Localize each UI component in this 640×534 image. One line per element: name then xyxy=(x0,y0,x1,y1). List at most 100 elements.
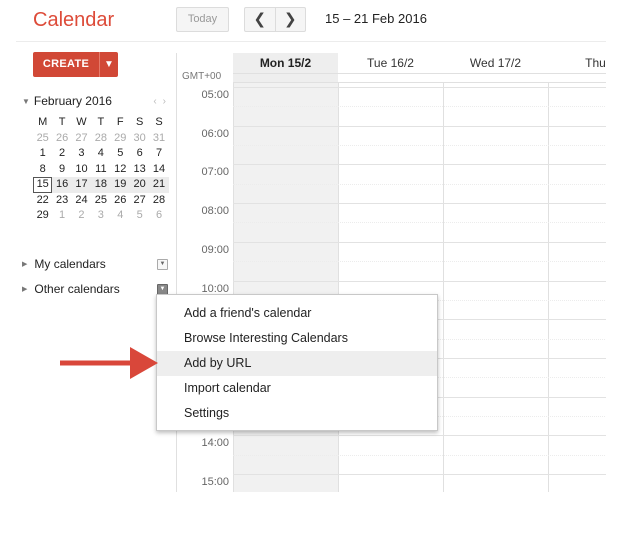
mini-day[interactable]: 11 xyxy=(91,162,110,178)
hour-gridline xyxy=(233,87,606,88)
mini-day[interactable]: 26 xyxy=(52,131,71,147)
mini-day[interactable]: 17 xyxy=(72,177,91,193)
mini-day[interactable]: 20 xyxy=(130,177,149,193)
mini-calendar-header: ▼ February 2016 ‹› xyxy=(22,94,172,108)
today-button[interactable]: Today xyxy=(176,7,229,32)
other-calendars-dropdown-icon[interactable]: ▼ xyxy=(157,283,168,295)
mini-day[interactable]: 28 xyxy=(149,193,168,209)
mini-day[interactable]: 23 xyxy=(52,193,71,209)
header-divider xyxy=(16,41,606,42)
mini-day[interactable]: 21 xyxy=(149,177,168,193)
mini-day[interactable]: 8 xyxy=(33,162,52,178)
menu-item-import[interactable]: Import calendar xyxy=(157,376,437,401)
mini-day[interactable]: 1 xyxy=(52,208,71,224)
mini-weekday-label: M xyxy=(38,116,48,128)
mini-day[interactable]: 22 xyxy=(33,193,52,209)
mini-day[interactable]: 3 xyxy=(72,146,91,162)
other-calendars-label[interactable]: Other calendars xyxy=(34,282,119,296)
mini-day[interactable]: 9 xyxy=(52,162,71,178)
mini-prev-month-icon[interactable]: ‹ xyxy=(153,96,162,107)
menu-item-add-friend[interactable]: Add a friend's calendar xyxy=(157,301,437,326)
hour-gridline xyxy=(233,164,606,166)
expand-triangle-icon[interactable]: ▶ xyxy=(22,285,27,293)
create-button[interactable]: CREATE ▼ xyxy=(33,52,118,77)
my-calendars-section[interactable]: ▶ My calendars ▼ xyxy=(22,257,168,271)
mini-day[interactable]: 14 xyxy=(149,162,168,178)
menu-item-settings[interactable]: Settings xyxy=(157,401,437,426)
app-title: Calendar xyxy=(33,9,115,31)
mini-day[interactable]: 13 xyxy=(130,162,149,178)
mini-day[interactable]: 3 xyxy=(91,208,110,224)
collapse-caret-icon[interactable]: ▼ xyxy=(22,97,30,106)
mini-day[interactable]: 4 xyxy=(111,208,130,224)
mini-day[interactable]: 26 xyxy=(111,193,130,209)
mini-day[interactable]: 1 xyxy=(33,146,52,162)
hour-label: 07:00 xyxy=(201,166,229,179)
mini-next-month-icon[interactable]: › xyxy=(163,96,172,107)
date-range-label: 15 – 21 Feb 2016 xyxy=(325,11,427,26)
hour-gridline xyxy=(233,241,606,243)
expand-triangle-icon[interactable]: ▶ xyxy=(22,260,27,268)
half-hour-gridline xyxy=(233,145,606,147)
mini-day[interactable]: 19 xyxy=(111,177,130,193)
mini-calendar-month[interactable]: February 2016 xyxy=(34,94,112,108)
mini-week-row: 15 16 17 18 19 20 21 xyxy=(33,177,169,193)
mini-day[interactable]: 2 xyxy=(52,146,71,162)
create-dropdown-icon[interactable]: ▼ xyxy=(99,52,118,77)
other-calendars-section[interactable]: ▶ Other calendars ▼ xyxy=(22,282,168,296)
mini-day[interactable]: 29 xyxy=(111,131,130,147)
hour-label: 14:00 xyxy=(201,437,229,450)
mini-week-row: 29 1 2 3 4 5 6 xyxy=(33,208,169,224)
mini-weekday-label: T xyxy=(97,116,105,128)
grid-header: GMT+00 Mon 15/2Tue 16/2Wed 17/2Thu 1 xyxy=(177,53,606,83)
mini-calendar-grid: M T W T F S S 25 26 27 28 29 30 31 1 2 3 4 5 6 7 8 9 10 11 12 13 14… xyxy=(33,115,169,224)
mini-weekday-label: T xyxy=(58,116,66,128)
mini-day[interactable]: 6 xyxy=(130,146,149,162)
mini-week-row: 1234567 xyxy=(33,146,169,162)
mini-day[interactable]: 30 xyxy=(130,131,149,147)
hour-gridline xyxy=(233,280,606,282)
mini-day[interactable]: 2 xyxy=(72,208,91,224)
mini-day[interactable]: 7 xyxy=(149,146,168,162)
next-week-button[interactable]: ❯ xyxy=(274,8,306,31)
mini-weekday-label: F xyxy=(116,116,124,128)
hour-label: 05:00 xyxy=(201,89,229,101)
mini-day[interactable]: 10 xyxy=(72,162,91,178)
my-calendars-dropdown-icon[interactable]: ▼ xyxy=(157,258,168,270)
red-arrow-icon xyxy=(60,347,158,379)
mini-day[interactable]: 12 xyxy=(111,162,130,178)
mini-day[interactable]: 18 xyxy=(91,177,110,193)
mini-day[interactable]: 28 xyxy=(91,131,110,147)
hour-label: 06:00 xyxy=(201,127,229,140)
mini-day[interactable]: 24 xyxy=(72,193,91,209)
mini-day[interactable]: 31 xyxy=(149,131,168,147)
mini-week-row: 22 23 24 25 26 27 28 xyxy=(33,193,169,209)
my-calendars-label[interactable]: My calendars xyxy=(34,257,105,271)
mini-day[interactable]: 4 xyxy=(91,146,110,162)
previous-week-button[interactable]: ❮ xyxy=(245,8,275,31)
mini-day[interactable]: 27 xyxy=(130,193,149,209)
mini-day[interactable]: 5 xyxy=(130,208,149,224)
mini-day[interactable]: 27 xyxy=(72,131,91,147)
hour-label: 09:00 xyxy=(201,243,229,256)
menu-item-browse-calendars[interactable]: Browse Interesting Calendars xyxy=(157,326,437,351)
mini-day[interactable]: 15 xyxy=(33,177,53,193)
half-hour-gridline xyxy=(233,183,606,185)
menu-item-add-by-url[interactable]: Add by URL xyxy=(157,351,437,376)
hour-label: 08:00 xyxy=(201,205,229,218)
half-hour-gridline xyxy=(233,454,606,456)
mini-week-row: 25 26 27 28 29 30 31 xyxy=(33,131,169,147)
hour-label: 10:00 xyxy=(201,282,229,295)
hour-gridline xyxy=(233,435,606,437)
mini-day[interactable]: 25 xyxy=(33,131,52,147)
mini-day[interactable]: 5 xyxy=(111,146,130,162)
create-label[interactable]: CREATE xyxy=(33,52,99,77)
hour-gridline xyxy=(233,125,606,127)
mini-day[interactable]: 16 xyxy=(52,177,71,193)
mini-day[interactable]: 25 xyxy=(91,193,110,209)
mini-day[interactable]: 29 xyxy=(33,208,52,224)
hour-gridline xyxy=(233,203,606,205)
mini-day[interactable]: 6 xyxy=(149,208,168,224)
hour-label: 15:00 xyxy=(201,476,229,488)
all-day-row[interactable] xyxy=(233,73,606,83)
